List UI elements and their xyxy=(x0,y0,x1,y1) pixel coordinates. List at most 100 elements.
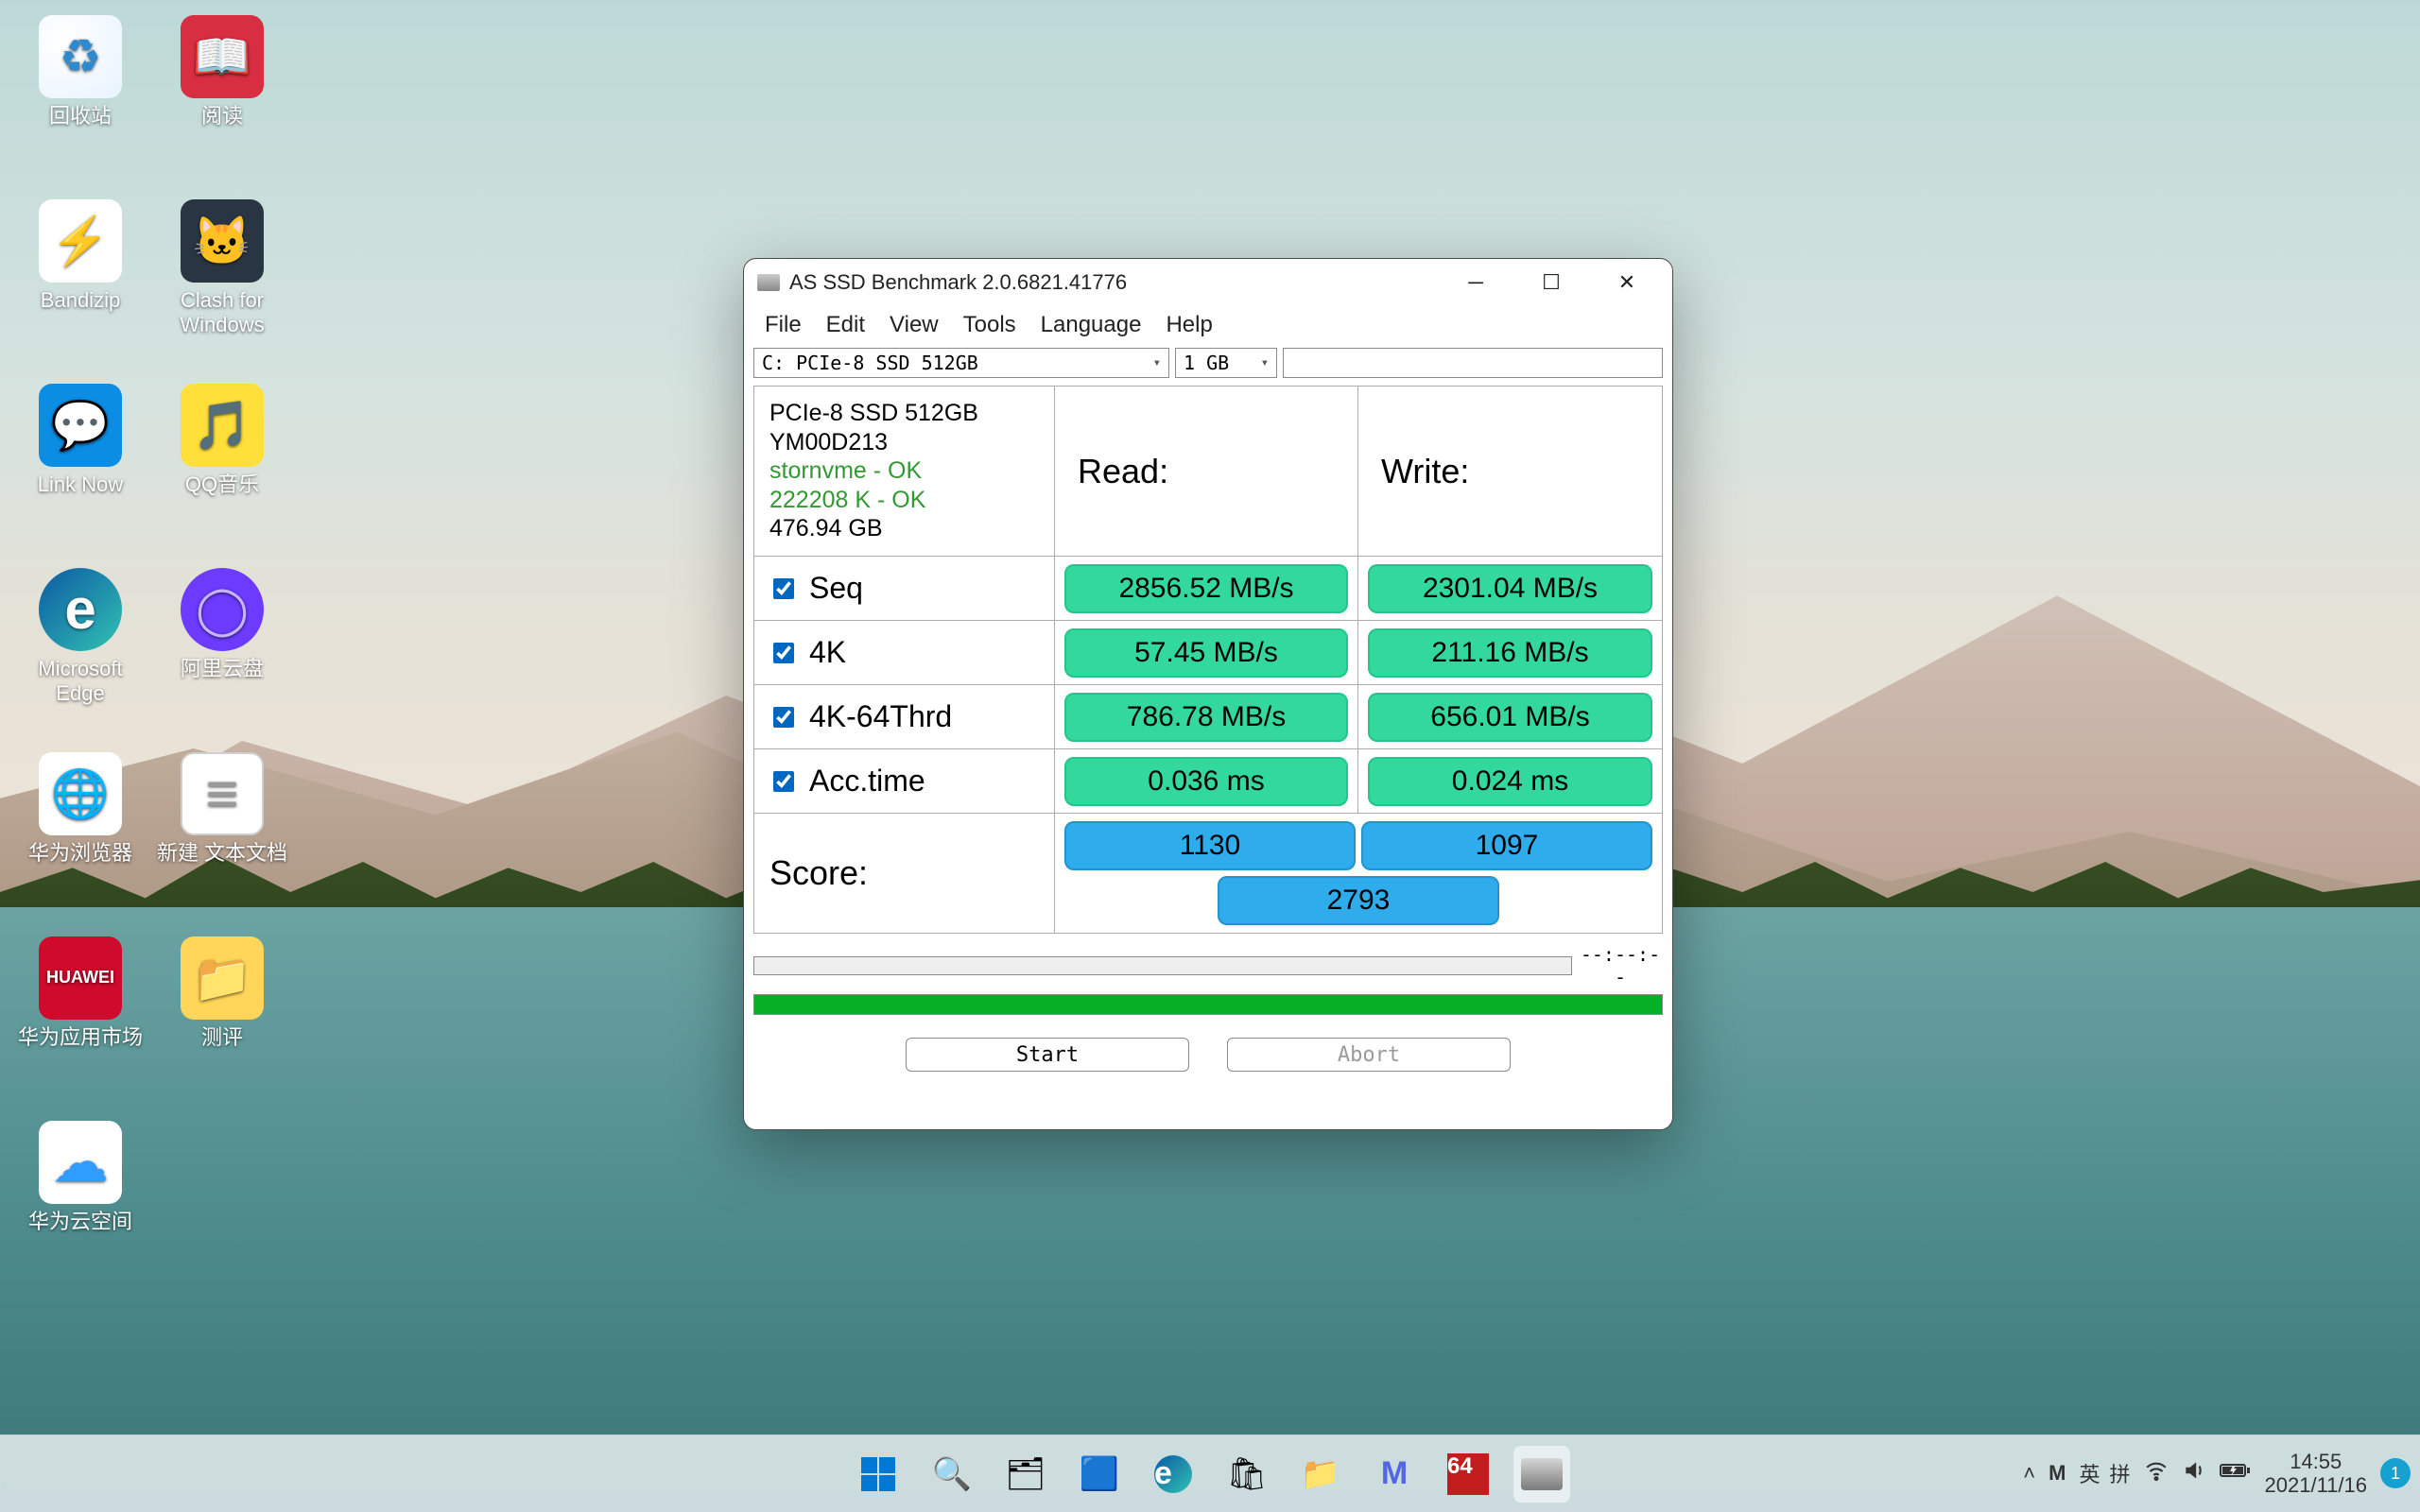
microsoft-edge[interactable]: Microsoft Edge xyxy=(9,562,151,747)
row-checkbox-acc-time[interactable] xyxy=(773,771,794,792)
notification-badge[interactable]: 1 xyxy=(2380,1458,2411,1488)
titlebar[interactable]: AS SSD Benchmark 2.0.6821.41776 ─ ☐ ✕ xyxy=(744,259,1672,306)
tray-brand-icon[interactable]: M xyxy=(2048,1461,2066,1486)
ime-mode: 拼 xyxy=(2110,1458,2131,1488)
wifi-icon[interactable] xyxy=(2144,1458,2169,1488)
read-4k: 57.45 MB/s xyxy=(1055,621,1358,685)
write-4k: 211.16 MB/s xyxy=(1358,621,1662,685)
row-label-acc-time: Acc.time xyxy=(754,749,1055,814)
ime-indicator[interactable]: 英 拼 xyxy=(2079,1458,2130,1488)
aliyun-drive[interactable]: 阿里云盘 xyxy=(151,562,293,747)
filter-box[interactable] xyxy=(1283,348,1663,378)
menu-file[interactable]: File xyxy=(765,312,802,338)
button-row: Start Abort xyxy=(744,1015,1672,1081)
huawei-browser[interactable]: 华为浏览器 xyxy=(9,747,151,931)
clash-for-windows-label: Clash for Windows xyxy=(156,288,288,338)
score-write: 1097 xyxy=(1361,821,1652,870)
row-checkbox-4k[interactable] xyxy=(773,643,794,663)
timer-bar xyxy=(753,956,1572,975)
taskbar-right: ˄ M 英 拼 14:55 2021/11/16 1 xyxy=(2023,1435,2411,1512)
menu-tools[interactable]: Tools xyxy=(963,312,1016,338)
huawei-browser-icon xyxy=(39,752,122,835)
read-acc-time: 0.036 ms xyxy=(1055,749,1358,814)
selector-row: C: PCIe-8 SSD 512GB 1 GB xyxy=(744,346,1672,386)
m-app-icon[interactable] xyxy=(1366,1446,1423,1503)
read-app[interactable]: 阅读 xyxy=(151,9,293,194)
qq-music[interactable]: QQ音乐 xyxy=(151,378,293,562)
microsoft-edge-icon xyxy=(39,568,122,651)
search-icon[interactable] xyxy=(924,1446,980,1503)
bandizip[interactable]: Bandizip xyxy=(9,194,151,378)
bandizip-label: Bandizip xyxy=(41,288,120,313)
link-now-label: Link Now xyxy=(38,472,123,497)
minimize-button[interactable]: ─ xyxy=(1438,261,1513,304)
read-app-icon xyxy=(181,15,264,98)
huawei-appgallery-label: 华为应用市场 xyxy=(18,1025,143,1050)
score-total: 2793 xyxy=(1218,876,1500,925)
menu-help[interactable]: Help xyxy=(1166,312,1212,338)
start-button-icon[interactable] xyxy=(850,1446,907,1503)
abort-button[interactable]: Abort xyxy=(1227,1038,1511,1072)
edge-taskbar-icon[interactable] xyxy=(1145,1446,1201,1503)
ime-lang: 英 xyxy=(2079,1458,2100,1488)
taskbar: ˄ M 英 拼 14:55 2021/11/16 1 xyxy=(0,1435,2420,1512)
review-folder[interactable]: 测评 xyxy=(151,931,293,1115)
aida64-icon[interactable] xyxy=(1440,1446,1496,1503)
close-button[interactable]: ✕ xyxy=(1589,261,1665,304)
score-read: 1130 xyxy=(1064,821,1356,870)
huawei-appgallery[interactable]: 华为应用市场 xyxy=(9,931,151,1115)
huawei-cloud[interactable]: 华为云空间 xyxy=(9,1115,151,1299)
aliyun-drive-label: 阿里云盘 xyxy=(181,657,264,681)
write-seq: 2301.04 MB/s xyxy=(1358,557,1662,621)
size-select-value: 1 GB xyxy=(1184,352,1229,374)
drive-capacity: 476.94 GB xyxy=(769,514,883,543)
huawei-cloud-label: 华为云空间 xyxy=(28,1210,132,1234)
huawei-appgallery-icon xyxy=(39,936,122,1020)
size-select[interactable]: 1 GB xyxy=(1175,348,1277,378)
clash-for-windows[interactable]: Clash for Windows xyxy=(151,194,293,378)
tray-chevron-icon[interactable]: ˄ xyxy=(2023,1461,2035,1486)
score-label: Score: xyxy=(754,814,1055,933)
review-folder-icon xyxy=(181,936,264,1020)
drive-align-status: 222208 K - OK xyxy=(769,486,925,515)
link-now[interactable]: Link Now xyxy=(9,378,151,562)
results-grid: PCIe-8 SSD 512GB YM00D213 stornvme - OK … xyxy=(753,386,1663,934)
new-text-document-label: 新建 文本文档 xyxy=(157,841,287,866)
microsoft-edge-label: Microsoft Edge xyxy=(14,657,147,707)
new-text-document-icon xyxy=(181,752,264,835)
clock-date: 2021/11/16 xyxy=(2265,1473,2367,1497)
menu-edit[interactable]: Edit xyxy=(826,312,865,338)
widgets-icon[interactable] xyxy=(1071,1446,1128,1503)
desktop-icons-area: 回收站阅读 Bandizip Clash for Windows Link Now QQ… xyxy=(9,9,293,1299)
clock-time: 14:55 xyxy=(2290,1450,2342,1473)
maximize-button[interactable]: ☐ xyxy=(1513,261,1589,304)
volume-icon[interactable] xyxy=(2182,1458,2206,1488)
as-ssd-taskbar-icon[interactable] xyxy=(1513,1446,1570,1503)
timer-row: --:--:-- xyxy=(753,943,1663,988)
new-text-document[interactable]: 新建 文本文档 xyxy=(151,747,293,931)
huawei-cloud-icon xyxy=(39,1121,122,1204)
read-seq: 2856.52 MB/s xyxy=(1055,557,1358,621)
battery-icon[interactable] xyxy=(2220,1458,2252,1488)
read-4k-64thrd: 786.78 MB/s xyxy=(1055,685,1358,749)
start-button[interactable]: Start xyxy=(906,1038,1189,1072)
score-area: 11301097 2793 xyxy=(1055,814,1662,933)
huawei-browser-label: 华为浏览器 xyxy=(28,841,132,866)
file-explorer-icon[interactable] xyxy=(1292,1446,1349,1503)
drive-select-value: C: PCIe-8 SSD 512GB xyxy=(762,352,978,374)
row-label-seq: Seq xyxy=(754,557,1055,621)
recycle-bin[interactable]: 回收站 xyxy=(9,9,151,194)
write-header: Write: xyxy=(1358,387,1662,557)
drive-select[interactable]: C: PCIe-8 SSD 512GB xyxy=(753,348,1169,378)
taskbar-clock[interactable]: 14:55 2021/11/16 xyxy=(2265,1450,2367,1498)
taskview-icon[interactable] xyxy=(997,1446,1054,1503)
store-icon[interactable] xyxy=(1219,1446,1275,1503)
menu-language[interactable]: Language xyxy=(1041,312,1142,338)
aliyun-drive-icon xyxy=(181,568,264,651)
row-checkbox-seq[interactable] xyxy=(773,578,794,599)
menu-view[interactable]: View xyxy=(890,312,939,338)
qq-music-icon xyxy=(181,384,264,467)
drive-name: PCIe-8 SSD 512GB xyxy=(769,399,978,428)
row-checkbox-4k-64thrd[interactable] xyxy=(773,707,794,728)
row-label-4k-64thrd: 4K-64Thrd xyxy=(754,685,1055,749)
